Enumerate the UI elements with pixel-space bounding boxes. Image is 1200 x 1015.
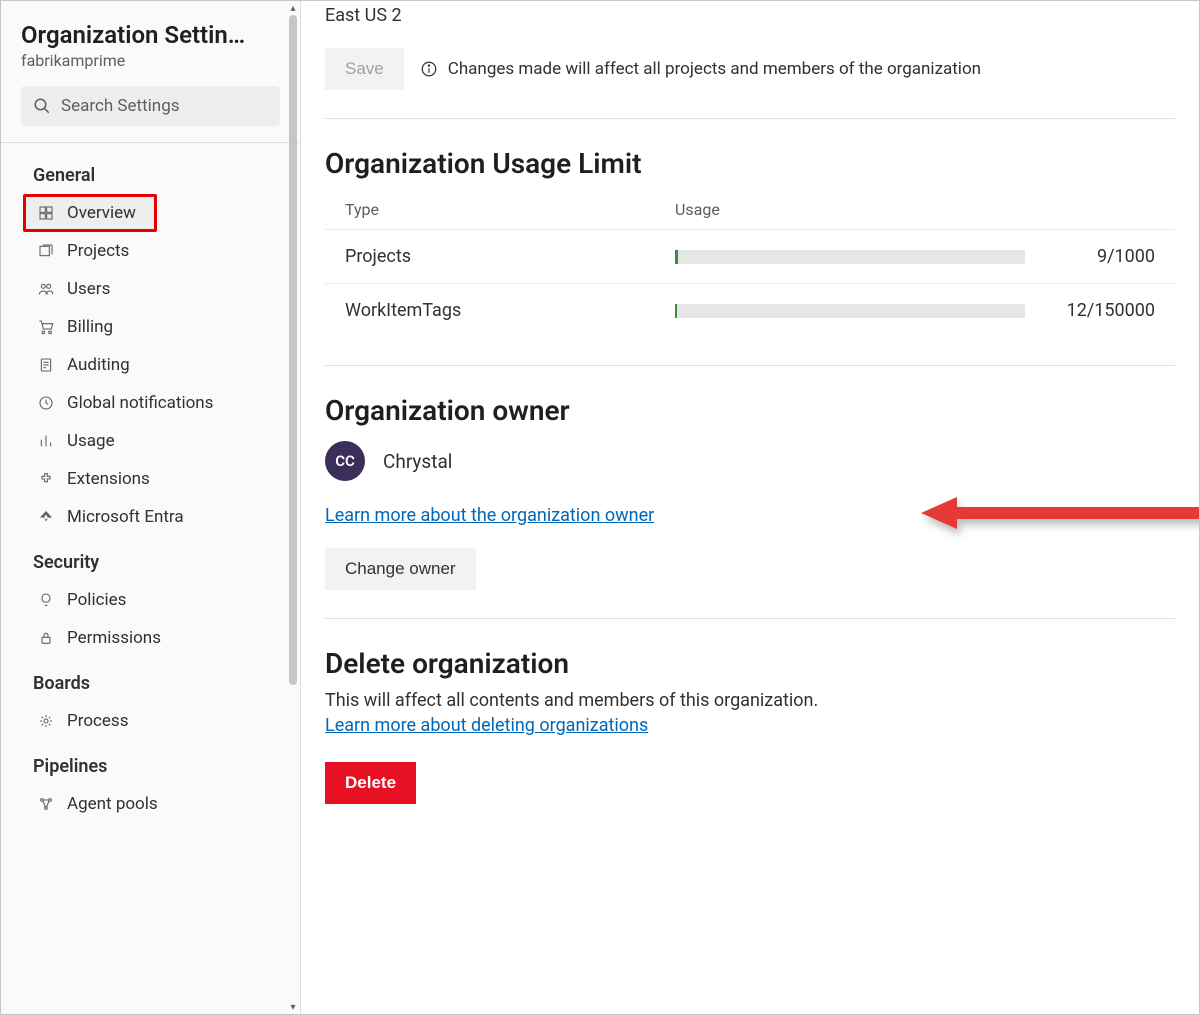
organization-name: fabrikamprime (1, 51, 300, 86)
sidebar-item-billing[interactable]: Billing (1, 308, 300, 346)
usage-bar-fill (675, 250, 678, 264)
divider (325, 365, 1175, 366)
agentpools-icon (37, 795, 55, 813)
avatar: CC (325, 441, 365, 481)
usage-col-usage: Usage (675, 200, 1025, 219)
usage-icon (37, 432, 55, 450)
billing-icon (37, 318, 55, 336)
users-icon (37, 280, 55, 298)
nav-label: Extensions (67, 469, 150, 489)
projects-icon (37, 242, 55, 260)
nav-group-general: General (1, 149, 300, 194)
region-value: East US 2 (325, 1, 1175, 30)
search-input[interactable]: Search Settings (21, 86, 280, 126)
usage-bar (675, 304, 1025, 318)
usage-row-projects: Projects 9/1000 (325, 229, 1175, 283)
sidebar-item-permissions[interactable]: Permissions (1, 619, 300, 657)
owner-name: Chrystal (383, 450, 452, 473)
search-placeholder: Search Settings (61, 96, 180, 116)
auditing-icon (37, 356, 55, 374)
save-info-text: Changes made will affect all projects an… (448, 59, 981, 79)
nav-label: Projects (67, 241, 129, 261)
nav-label: Process (67, 711, 128, 731)
permissions-icon (37, 629, 55, 647)
sidebar-item-microsoft-entra[interactable]: Microsoft Entra (1, 498, 300, 536)
entra-icon (37, 508, 55, 526)
usage-row-workitemtags: WorkItemTags 12/150000 (325, 283, 1175, 337)
usage-col-type: Type (345, 200, 665, 219)
divider (325, 118, 1175, 119)
sidebar-item-agent-pools[interactable]: Agent pools (1, 785, 300, 823)
scroll-up-icon[interactable]: ▴ (286, 1, 300, 15)
nav-label: Policies (67, 590, 126, 610)
divider (1, 142, 300, 143)
sidebar-item-process[interactable]: Process (1, 702, 300, 740)
info-icon (420, 60, 438, 78)
nav-label: Global notifications (67, 393, 213, 413)
nav-group-security: Security (1, 536, 300, 581)
scroll-down-icon[interactable]: ▾ (286, 1000, 300, 1014)
divider (325, 618, 1175, 619)
delete-button[interactable]: Delete (325, 762, 416, 804)
sidebar-item-global-notifications[interactable]: Global notifications (1, 384, 300, 422)
nav-label: Users (67, 279, 110, 299)
nav-label: Overview (67, 203, 136, 223)
nav-label: Billing (67, 317, 113, 337)
save-info: Changes made will affect all projects an… (420, 59, 981, 79)
nav-label: Usage (67, 431, 115, 451)
sidebar-item-usage[interactable]: Usage (1, 422, 300, 460)
sidebar-item-extensions[interactable]: Extensions (1, 460, 300, 498)
extensions-icon (37, 470, 55, 488)
owner-row: CC Chrystal (325, 441, 1175, 481)
nav-label: Auditing (67, 355, 130, 375)
notifications-icon (37, 394, 55, 412)
scroll-thumb[interactable] (289, 15, 297, 685)
policies-icon (37, 591, 55, 609)
nav-label: Agent pools (67, 794, 158, 814)
org-owner-heading: Organization owner (325, 394, 1175, 427)
usage-bar (675, 250, 1025, 264)
delete-subtext: This will affect all contents and member… (325, 690, 1175, 711)
usage-value: 9/1000 (1035, 246, 1155, 267)
sidebar-item-auditing[interactable]: Auditing (1, 346, 300, 384)
main-content: East US 2 Save Changes made will affect … (301, 1, 1199, 1014)
nav-label: Microsoft Entra (67, 507, 184, 527)
nav-group-pipelines: Pipelines (1, 740, 300, 785)
usage-bar-fill (675, 304, 677, 318)
overview-icon (37, 204, 55, 222)
usage-value: 12/150000 (1035, 300, 1155, 321)
sidebar-item-overview[interactable]: Overview (23, 194, 157, 232)
learn-more-owner-link[interactable]: Learn more about the organization owner (325, 505, 654, 526)
search-icon (33, 97, 51, 115)
page-title: Organization Settin… (1, 1, 300, 51)
settings-sidebar: Organization Settin… fabrikamprime Searc… (1, 1, 301, 1014)
usage-limit-heading: Organization Usage Limit (325, 147, 1175, 180)
save-button[interactable]: Save (325, 48, 404, 90)
sidebar-item-users[interactable]: Users (1, 270, 300, 308)
sidebar-item-projects[interactable]: Projects (1, 232, 300, 270)
usage-name: WorkItemTags (345, 300, 665, 321)
usage-name: Projects (345, 246, 665, 267)
sidebar-scrollbar[interactable]: ▴ ▾ (286, 1, 300, 1014)
learn-more-delete-link[interactable]: Learn more about deleting organizations (325, 715, 648, 736)
nav-label: Permissions (67, 628, 161, 648)
sidebar-item-policies[interactable]: Policies (1, 581, 300, 619)
nav-group-boards: Boards (1, 657, 300, 702)
usage-limit-table: Type Usage Projects 9/1000 WorkItemTags … (325, 190, 1175, 337)
change-owner-button[interactable]: Change owner (325, 548, 476, 590)
delete-org-heading: Delete organization (325, 647, 1175, 680)
process-icon (37, 712, 55, 730)
